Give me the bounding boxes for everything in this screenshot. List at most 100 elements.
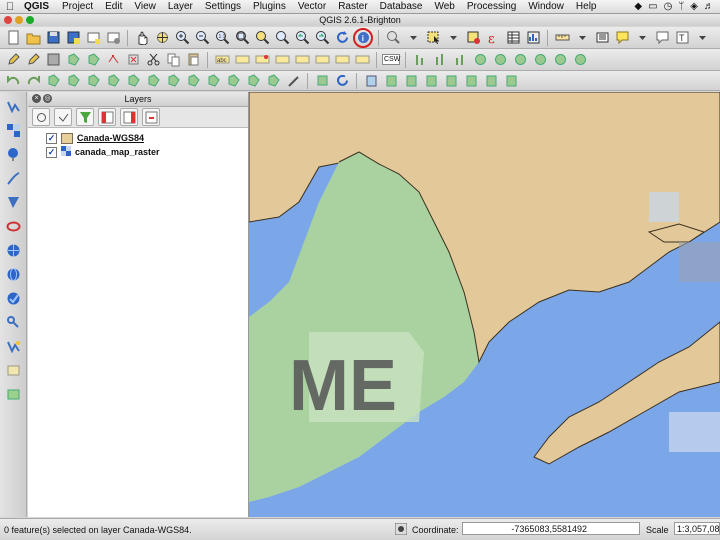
split-parts-icon[interactable] <box>224 72 242 90</box>
rotate-feature-icon[interactable] <box>313 72 331 90</box>
annotation-icon[interactable] <box>613 29 631 47</box>
plugin-b-icon[interactable] <box>491 51 509 69</box>
zoom-last-icon[interactable] <box>293 29 311 47</box>
paste-features-icon[interactable] <box>184 51 202 69</box>
georeferencer-icon[interactable] <box>411 51 429 69</box>
label-abc-icon[interactable]: abc <box>213 51 231 69</box>
add-ring-icon[interactable] <box>44 72 62 90</box>
time-machine-icon[interactable]: ◷ <box>664 1 673 12</box>
remove-layer-icon[interactable] <box>142 108 160 126</box>
plugin-m-icon[interactable] <box>482 72 500 90</box>
add-raster-layer-icon[interactable] <box>3 120 23 140</box>
plugin-c-icon[interactable] <box>511 51 529 69</box>
rotate-label-icon[interactable] <box>313 51 331 69</box>
add-virtual-layer-icon[interactable] <box>3 360 23 380</box>
plugin-l-icon[interactable] <box>462 72 480 90</box>
collapse-all-icon[interactable] <box>120 108 138 126</box>
minimize-window-icon[interactable] <box>15 16 23 24</box>
merge-attributes-icon[interactable] <box>264 72 282 90</box>
text-annotation-icon[interactable] <box>653 29 671 47</box>
add-part-icon[interactable] <box>64 72 82 90</box>
deselect-features-icon[interactable] <box>464 29 482 47</box>
dropdown-arrow-icon[interactable] <box>693 29 711 47</box>
label-tool-icon[interactable]: T <box>673 29 691 47</box>
copy-features-icon[interactable] <box>164 51 182 69</box>
undo-icon[interactable] <box>4 72 22 90</box>
manage-layer-visibility-icon[interactable] <box>32 108 50 126</box>
close-panel-icon[interactable]: × <box>32 94 41 103</box>
attribute-table-icon[interactable] <box>504 29 522 47</box>
scale-field[interactable]: 1:3,057,086 <box>674 522 720 535</box>
layer-labeling-icon[interactable] <box>233 51 251 69</box>
filter-legend-icon[interactable] <box>76 108 94 126</box>
add-vector-layer-icon[interactable] <box>3 96 23 116</box>
fill-ring-icon[interactable] <box>84 72 102 90</box>
dropdown-arrow-icon[interactable] <box>444 29 462 47</box>
add-wcs-layer-icon[interactable] <box>3 264 23 284</box>
plugin-f-icon[interactable] <box>571 51 589 69</box>
identify-features-icon[interactable]: i <box>353 27 373 48</box>
refresh-icon[interactable] <box>333 29 351 47</box>
field-calculator-icon[interactable]: ε <box>484 29 502 47</box>
select-features-icon[interactable] <box>424 29 442 47</box>
add-spatialite-layer-icon[interactable] <box>3 168 23 188</box>
map-tips-icon[interactable] <box>384 29 402 47</box>
zoom-in-icon[interactable] <box>173 29 191 47</box>
measure-line-icon[interactable] <box>553 29 571 47</box>
menu-edit[interactable]: Edit <box>99 1 128 12</box>
delete-ring-icon[interactable] <box>104 72 122 90</box>
wifi-icon[interactable]: ◈ <box>690 1 698 12</box>
rotate-arrow-icon[interactable] <box>333 72 351 90</box>
zoom-window-icon[interactable] <box>26 16 34 24</box>
raster-calc-icon[interactable] <box>431 51 449 69</box>
volume-icon[interactable]: ♬ <box>704 1 714 12</box>
add-gpx-layer-icon[interactable] <box>3 384 23 404</box>
move-label-icon[interactable] <box>293 51 311 69</box>
map-canvas[interactable]: ME <box>249 92 720 517</box>
plugin-g-icon[interactable] <box>362 72 380 90</box>
simplify-icon[interactable] <box>184 72 202 90</box>
new-shapefile-layer-icon[interactable] <box>3 336 23 356</box>
coordinate-field[interactable]: -7365083,5581492 <box>462 522 640 535</box>
save-edits-icon[interactable] <box>44 51 62 69</box>
render-toggle-icon[interactable] <box>394 522 408 536</box>
show-hide-labels-icon[interactable] <box>273 51 291 69</box>
menu-help[interactable]: Help <box>570 1 603 12</box>
menu-layer[interactable]: Layer <box>162 1 199 12</box>
dropdown-arrow-icon[interactable] <box>404 29 422 47</box>
menu-view[interactable]: View <box>128 1 162 12</box>
zoom-next-icon[interactable] <box>313 29 331 47</box>
close-window-icon[interactable] <box>4 16 12 24</box>
cut-features-icon[interactable] <box>144 51 162 69</box>
delete-selected-icon[interactable] <box>124 51 142 69</box>
reshape-icon[interactable] <box>144 72 162 90</box>
zoom-full-icon[interactable] <box>233 29 251 47</box>
menu-window[interactable]: Window <box>522 1 570 12</box>
zoom-out-icon[interactable] <box>193 29 211 47</box>
add-oracle-layer-icon[interactable] <box>3 216 23 236</box>
add-postgis-layer-icon[interactable] <box>3 144 23 164</box>
menu-plugins[interactable]: Plugins <box>247 1 292 12</box>
spatial-bookmarks-icon[interactable] <box>593 29 611 47</box>
new-print-composer-icon[interactable] <box>84 29 102 47</box>
add-delimited-text-layer-icon[interactable] <box>3 312 23 332</box>
label-abc-2-icon[interactable] <box>353 51 371 69</box>
plugin-d-icon[interactable] <box>531 51 549 69</box>
save-as-icon[interactable] <box>64 29 82 47</box>
node-tool-icon[interactable] <box>104 51 122 69</box>
plugin-h-icon[interactable] <box>382 72 400 90</box>
menu-processing[interactable]: Processing <box>461 1 522 12</box>
bluetooth-icon[interactable]: ᛘ <box>678 1 684 12</box>
add-wfs-layer-icon[interactable] <box>3 288 23 308</box>
add-wms-layer-icon[interactable] <box>3 240 23 260</box>
layer-item-canada-map-raster[interactable]: ✓ canada_map_raster <box>28 145 248 159</box>
zoom-to-layer-icon[interactable] <box>273 29 291 47</box>
move-feature-icon[interactable] <box>84 51 102 69</box>
pin-labels-icon[interactable] <box>253 51 271 69</box>
dropbox-icon[interactable]: ◆ <box>634 1 642 12</box>
menu-project[interactable]: Project <box>56 1 99 12</box>
layer-visibility-checkbox[interactable]: ✓ <box>46 146 57 158</box>
toggle-editing-icon[interactable] <box>4 51 22 69</box>
current-edits-icon[interactable] <box>24 51 42 69</box>
split-features-icon[interactable] <box>204 72 222 90</box>
